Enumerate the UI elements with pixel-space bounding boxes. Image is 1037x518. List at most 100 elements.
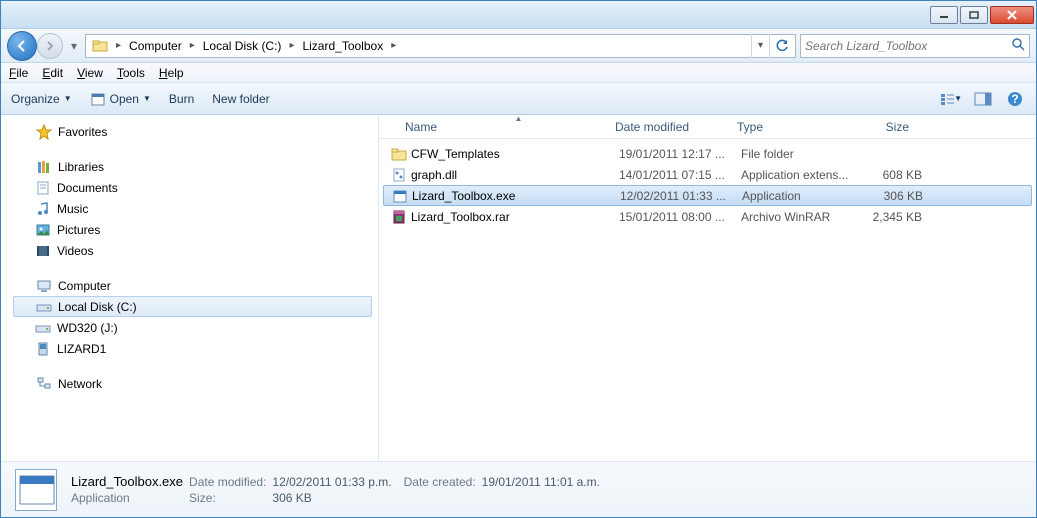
drive-icon — [36, 299, 52, 315]
nav-bar: ▾ ▸ Computer ▸ Local Disk (C:) ▸ Lizard_… — [1, 29, 1036, 63]
network-icon — [36, 376, 52, 392]
details-datecreated-label: Date created: — [404, 475, 476, 489]
column-name[interactable]: ▲ Name — [379, 115, 607, 138]
column-headers: ▲ Name Date modified Type Size — [379, 115, 1036, 139]
sidebar-item-documents[interactable]: Documents — [1, 177, 378, 198]
sidebar-item-wd320[interactable]: WD320 (J:) — [1, 317, 378, 338]
view-options-button[interactable]: ▼ — [940, 88, 962, 110]
file-date: 15/01/2011 08:00 ... — [619, 210, 741, 224]
search-icon[interactable] — [1011, 37, 1025, 54]
search-box[interactable] — [800, 34, 1030, 58]
newfolder-button[interactable]: New folder — [212, 92, 269, 106]
back-button[interactable] — [7, 31, 37, 61]
sidebar-item-pictures[interactable]: Pictures — [1, 219, 378, 240]
details-type: Application — [71, 491, 183, 505]
details-datemod-value: 12/02/2011 01:33 p.m. — [272, 475, 391, 489]
svg-text:?: ? — [1011, 92, 1018, 106]
breadcrumb-arrow[interactable]: ▸ — [387, 40, 400, 51]
computer-label: Computer — [58, 279, 111, 293]
file-icon — [391, 167, 407, 183]
breadcrumb-segment[interactable]: Lizard_Toolbox — [298, 35, 387, 57]
computer-group[interactable]: Computer — [1, 275, 378, 296]
sidebar-item-lizard1[interactable]: LIZARD1 — [1, 338, 378, 359]
breadcrumb-segment[interactable]: Local Disk (C:) — [199, 35, 286, 57]
drive-icon — [35, 320, 51, 336]
computer-icon — [36, 278, 52, 294]
file-type: Application extens... — [741, 168, 858, 182]
file-type: Archivo WinRAR — [741, 210, 858, 224]
file-size: 306 KB — [859, 189, 941, 203]
sidebar-item-music[interactable]: Music — [1, 198, 378, 219]
column-label: Size — [886, 120, 909, 134]
file-name: CFW_Templates — [411, 147, 500, 161]
sidebar-item-local-disk[interactable]: Local Disk (C:) — [13, 296, 372, 317]
libraries-group[interactable]: Libraries — [1, 156, 378, 177]
burn-button[interactable]: Burn — [169, 92, 194, 106]
sort-indicator-icon: ▲ — [405, 114, 632, 123]
details-text: Lizard_Toolbox.exe Date modified: 12/02/… — [71, 474, 600, 505]
column-size[interactable]: Size — [846, 115, 928, 138]
refresh-button[interactable] — [769, 34, 793, 58]
view-icon — [940, 92, 954, 106]
sidebar-item-videos[interactable]: Videos — [1, 240, 378, 261]
maximize-icon — [969, 11, 979, 19]
burn-label: Burn — [169, 92, 194, 106]
organize-button[interactable]: Organize ▼ — [11, 92, 72, 106]
folder-icon — [92, 38, 108, 54]
file-type: Application — [742, 189, 859, 203]
nav-history-dropdown[interactable]: ▾ — [67, 33, 81, 59]
expand-icon[interactable] — [19, 378, 30, 389]
file-name: Lizard_Toolbox.exe — [412, 189, 515, 203]
expand-icon[interactable] — [19, 280, 30, 291]
menu-file[interactable]: File — [9, 66, 28, 80]
open-button[interactable]: Open ▼ — [90, 91, 151, 107]
breadcrumb-arrow[interactable]: ▸ — [285, 40, 298, 51]
menu-help[interactable]: Help — [159, 66, 184, 80]
sidebar-item-label: LIZARD1 — [57, 342, 106, 356]
file-row[interactable]: Lizard_Toolbox.exe12/02/2011 01:33 ...Ap… — [383, 185, 1032, 206]
file-row[interactable]: graph.dll14/01/2011 07:15 ...Application… — [379, 164, 1036, 185]
file-type: File folder — [741, 147, 858, 161]
favorites-group[interactable]: Favorites — [1, 121, 378, 142]
sidebar-item-label: Pictures — [57, 223, 100, 237]
close-button[interactable] — [990, 6, 1034, 24]
help-icon: ? — [1007, 91, 1023, 107]
menu-tools[interactable]: Tools — [117, 66, 145, 80]
breadcrumb-arrow[interactable]: ▸ — [186, 40, 199, 51]
organize-label: Organize — [11, 92, 60, 106]
expand-icon[interactable] — [19, 161, 30, 172]
breadcrumb-dropdown[interactable]: ▾ — [751, 34, 769, 58]
pictures-icon — [35, 222, 51, 238]
file-size: 608 KB — [858, 168, 940, 182]
menu-edit[interactable]: Edit — [42, 66, 63, 80]
column-type[interactable]: Type — [729, 115, 846, 138]
sidebar-item-label: Local Disk (C:) — [58, 300, 137, 314]
title-bar — [1, 1, 1036, 29]
sidebar-item-label: Music — [57, 202, 88, 216]
file-icon — [392, 188, 408, 204]
breadcrumb-segment[interactable]: Computer — [125, 35, 186, 57]
details-filename: Lizard_Toolbox.exe — [71, 474, 183, 489]
file-row[interactable]: Lizard_Toolbox.rar15/01/2011 08:00 ...Ar… — [379, 206, 1036, 227]
details-size-value: 306 KB — [272, 491, 391, 505]
file-row[interactable]: CFW_Templates19/01/2011 12:17 ...File fo… — [379, 143, 1036, 164]
network-group[interactable]: Network — [1, 373, 378, 394]
search-input[interactable] — [805, 39, 1011, 53]
file-name: graph.dll — [411, 168, 457, 182]
preview-pane-icon — [974, 92, 992, 106]
arrow-right-icon — [44, 40, 56, 52]
breadcrumb-arrow[interactable]: ▸ — [112, 40, 125, 51]
maximize-button[interactable] — [960, 6, 988, 24]
file-list-pane: ▲ Name Date modified Type Size CFW_Templ… — [379, 115, 1036, 461]
preview-pane-button[interactable] — [972, 88, 994, 110]
help-button[interactable]: ? — [1004, 88, 1026, 110]
sidebar-item-label: Videos — [57, 244, 93, 258]
minimize-button[interactable] — [930, 6, 958, 24]
documents-icon — [35, 180, 51, 196]
forward-button[interactable] — [37, 33, 63, 59]
breadcrumb[interactable]: ▸ Computer ▸ Local Disk (C:) ▸ Lizard_To… — [85, 34, 796, 58]
open-icon — [90, 91, 106, 107]
menu-view[interactable]: View — [77, 66, 103, 80]
expand-icon[interactable] — [19, 126, 30, 137]
explorer-window: ▾ ▸ Computer ▸ Local Disk (C:) ▸ Lizard_… — [0, 0, 1037, 518]
